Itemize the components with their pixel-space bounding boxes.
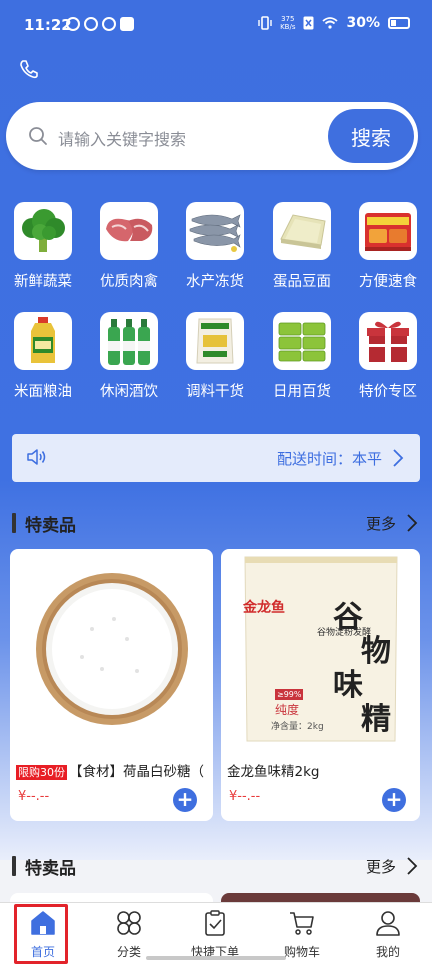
chevron-right-icon xyxy=(393,449,404,467)
category-seafood[interactable]: 水产冻货 xyxy=(172,202,258,291)
cart-icon xyxy=(290,912,314,935)
category-label: 优质肉禽 xyxy=(100,274,158,290)
package-purity-label: 纯度 xyxy=(275,703,300,717)
clipboard-icon xyxy=(205,910,225,936)
battery-icon xyxy=(388,17,410,29)
instant-noodles-icon xyxy=(359,202,417,260)
add-to-cart-button[interactable]: + xyxy=(173,788,197,812)
section-accent-bar xyxy=(12,856,16,876)
more-link[interactable]: 更多 xyxy=(366,513,396,534)
app-notification-icon xyxy=(66,17,80,31)
tab-quick-order[interactable]: 快捷下单 xyxy=(172,903,258,964)
category-label: 特价专区 xyxy=(359,384,417,400)
product-title[interactable]: 金龙鱼味精2kg xyxy=(227,760,419,780)
category-drinks[interactable]: 休闲酒饮 xyxy=(86,312,172,401)
category-label: 新鲜蔬菜 xyxy=(14,274,72,290)
phone-icon[interactable] xyxy=(18,58,40,80)
section-accent-bar xyxy=(12,513,16,533)
drink-bottles-icon xyxy=(100,312,158,370)
package-title-3: 味 xyxy=(333,668,363,703)
category-label: 米面粮油 xyxy=(14,384,72,400)
tab-category[interactable]: 分类 xyxy=(86,903,172,964)
search-button[interactable]: 搜索 xyxy=(328,109,414,163)
product-card[interactable]: 金龙鱼 谷 物 味 精 谷物淀粉发酵 ≥99% 纯度 净含量：2kg 金龙鱼味精… xyxy=(221,549,420,821)
category-label: 水产冻货 xyxy=(186,274,244,290)
category-label: 蛋品豆面 xyxy=(273,274,331,290)
app-notification-icon xyxy=(84,17,98,31)
product-price: ¥--.-- xyxy=(18,789,50,804)
tissue-pack-icon xyxy=(273,312,331,370)
category-label: 调料干货 xyxy=(186,384,244,400)
network-speed: 375 KB/s xyxy=(280,15,295,31)
category-label: 休闲酒饮 xyxy=(100,384,158,400)
wifi-icon xyxy=(322,17,339,29)
status-indicators: 375 KB/s 30% xyxy=(258,15,410,31)
chevron-right-icon[interactable] xyxy=(406,856,418,876)
home-indicator xyxy=(146,956,286,960)
package-title-4: 精 xyxy=(361,702,391,737)
add-to-cart-button[interactable]: + xyxy=(382,788,406,812)
product-image-msg[interactable]: 金龙鱼 谷 物 味 精 谷物淀粉发酵 ≥99% 纯度 净含量：2kg xyxy=(221,549,420,749)
category-instant-food[interactable]: 方便速食 xyxy=(345,202,431,291)
limit-badge: 限购30份 xyxy=(16,765,67,780)
section-title: 特卖品 xyxy=(25,859,76,879)
sim-icon xyxy=(303,16,314,30)
tab-cart[interactable]: 购物车 xyxy=(259,903,345,964)
search-bar[interactable]: 请输入关键字搜索 搜索 xyxy=(6,102,418,170)
status-time: 11:22 xyxy=(24,16,72,34)
gift-box-icon xyxy=(359,312,417,370)
section-header: 特卖品 更多 xyxy=(12,853,420,879)
tab-profile[interactable]: 我的 xyxy=(345,903,431,964)
category-daily-goods[interactable]: 日用百货 xyxy=(259,312,345,401)
product-card[interactable]: 限购30份 【食材】荷晶白砂糖（ ¥--.-- + xyxy=(10,549,213,821)
vibrate-icon xyxy=(258,16,272,30)
tofu-icon xyxy=(273,202,331,260)
message-icon xyxy=(120,17,134,31)
product-name: 金龙鱼味精2kg xyxy=(227,764,320,780)
active-tab-highlight xyxy=(14,904,68,964)
product-price: ¥--.-- xyxy=(229,789,261,804)
category-rice-oil[interactable]: 米面粮油 xyxy=(0,312,86,401)
seasoning-bag-icon xyxy=(186,312,244,370)
chevron-right-icon[interactable] xyxy=(406,513,418,533)
app-notification-icon xyxy=(102,17,116,31)
section-header: 特卖品 更多 xyxy=(12,510,420,536)
more-link[interactable]: 更多 xyxy=(366,856,396,877)
speed-value: 375 xyxy=(281,15,295,23)
section-title: 特卖品 xyxy=(25,516,76,536)
status-bar: 11:22 375 KB/s 30% xyxy=(0,0,432,52)
delivery-notice[interactable]: 配送时间：本平 xyxy=(12,434,420,482)
user-icon xyxy=(376,911,400,936)
category-vegetables[interactable]: 新鲜蔬菜 xyxy=(0,202,86,291)
tab-label: 我的 xyxy=(375,945,400,959)
fish-icon xyxy=(186,202,244,260)
search-icon xyxy=(29,127,47,145)
category-seasoning[interactable]: 调料干货 xyxy=(172,312,258,401)
status-app-icons xyxy=(66,17,134,31)
package-subtitle: 谷物淀粉发酵 xyxy=(317,628,372,638)
package-brand: 金龙鱼 xyxy=(243,600,285,616)
speed-unit: KB/s xyxy=(280,23,296,31)
category-label: 日用百货 xyxy=(273,384,331,400)
oil-bottle-icon xyxy=(14,312,72,370)
category-special-offers[interactable]: 特价专区 xyxy=(345,312,431,401)
category-meat[interactable]: 优质肉禽 xyxy=(86,202,172,291)
product-title[interactable]: 限购30份 【食材】荷晶白砂糖（ xyxy=(16,760,208,780)
category-egg-tofu[interactable]: 蛋品豆面 xyxy=(259,202,345,291)
broccoli-icon xyxy=(14,202,72,260)
category-icon xyxy=(117,911,141,935)
speaker-icon xyxy=(27,449,46,465)
package-purity: ≥99% xyxy=(275,689,304,700)
product-image-sugar[interactable] xyxy=(10,549,213,749)
package-net-weight: 净含量：2kg xyxy=(271,722,324,732)
notice-text: 配送时间：本平 xyxy=(276,450,382,468)
category-label: 方便速食 xyxy=(359,274,417,290)
package-title-2: 物 xyxy=(361,634,391,669)
battery-percent: 30% xyxy=(346,15,380,31)
search-input[interactable]: 请输入关键字搜索 xyxy=(58,126,186,150)
meat-icon xyxy=(100,202,158,260)
product-name: 【食材】荷晶白砂糖（ xyxy=(69,764,204,780)
